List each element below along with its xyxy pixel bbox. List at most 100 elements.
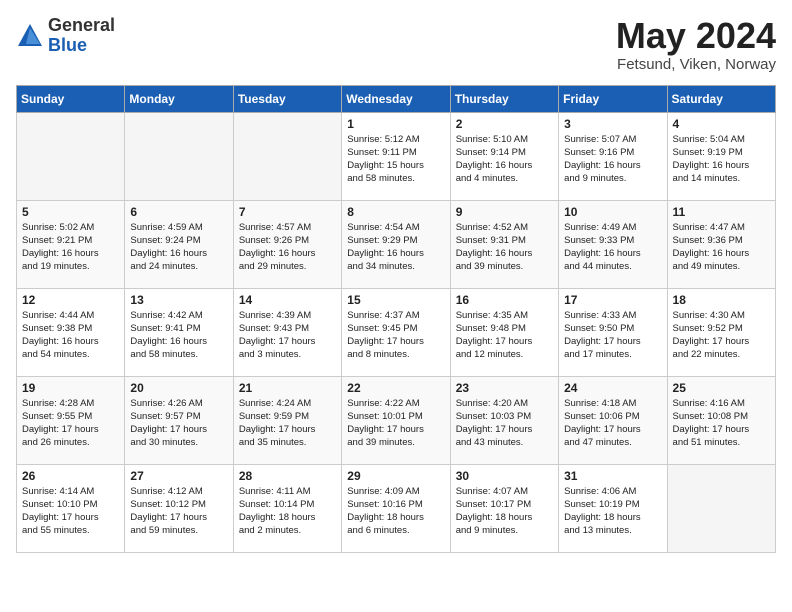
- day-number: 9: [456, 205, 553, 219]
- day-number: 17: [564, 293, 661, 307]
- day-info: Sunrise: 4:11 AM Sunset: 10:14 PM Daylig…: [239, 485, 336, 538]
- calendar-cell: 26 Sunrise: 4:14 AM Sunset: 10:10 PM Dayl…: [17, 464, 125, 552]
- day-info: Sunrise: 4:54 AM Sunset: 9:29 PM Dayligh…: [347, 221, 444, 274]
- calendar-cell: 30 Sunrise: 4:07 AM Sunset: 10:17 PM Dayl…: [450, 464, 558, 552]
- day-info: Sunrise: 4:37 AM Sunset: 9:45 PM Dayligh…: [347, 309, 444, 362]
- calendar-body: 1Sunrise: 5:12 AM Sunset: 9:11 PM Daylig…: [17, 112, 776, 552]
- day-number: 18: [673, 293, 770, 307]
- calendar-cell: 4 Sunrise: 5:04 AM Sunset: 9:19 PM Daylig…: [667, 112, 775, 200]
- day-number: 26: [22, 469, 119, 483]
- calendar-cell: 22Sunrise: 4:22 AM Sunset: 10:01 PM Dayl…: [342, 376, 450, 464]
- calendar-cell: 8 Sunrise: 4:54 AM Sunset: 9:29 PM Daylig…: [342, 200, 450, 288]
- day-number: 23: [456, 381, 553, 395]
- day-number: 24: [564, 381, 661, 395]
- day-info: Sunrise: 4:28 AM Sunset: 9:55 PM Dayligh…: [22, 397, 119, 450]
- day-info: Sunrise: 4:07 AM Sunset: 10:17 PM Daylig…: [456, 485, 553, 538]
- day-info: Sunrise: 4:33 AM Sunset: 9:50 PM Dayligh…: [564, 309, 661, 362]
- day-info: Sunrise: 4:20 AM Sunset: 10:03 PM Daylig…: [456, 397, 553, 450]
- calendar-cell: 9Sunrise: 4:52 AM Sunset: 9:31 PM Daylig…: [450, 200, 558, 288]
- calendar-week-3: 12 Sunrise: 4:44 AM Sunset: 9:38 PM Dayli…: [17, 288, 776, 376]
- calendar-cell: 11Sunrise: 4:47 AM Sunset: 9:36 PM Dayli…: [667, 200, 775, 288]
- day-number: 16: [456, 293, 553, 307]
- day-info: Sunrise: 4:44 AM Sunset: 9:38 PM Dayligh…: [22, 309, 119, 362]
- month-title: May 2024: [616, 16, 776, 56]
- day-info: Sunrise: 5:02 AM Sunset: 9:21 PM Dayligh…: [22, 221, 119, 274]
- calendar-cell: 6Sunrise: 4:59 AM Sunset: 9:24 PM Daylig…: [125, 200, 233, 288]
- page-header: General Blue May 2024 Fetsund, Viken, No…: [16, 16, 776, 73]
- weekday-header-thursday: Thursday: [450, 85, 558, 112]
- weekday-row: SundayMondayTuesdayWednesdayThursdayFrid…: [17, 85, 776, 112]
- day-number: 22: [347, 381, 444, 395]
- day-number: 12: [22, 293, 119, 307]
- weekday-header-saturday: Saturday: [667, 85, 775, 112]
- calendar-week-2: 5 Sunrise: 5:02 AM Sunset: 9:21 PM Daylig…: [17, 200, 776, 288]
- day-info: Sunrise: 4:57 AM Sunset: 9:26 PM Dayligh…: [239, 221, 336, 274]
- day-number: 5: [22, 205, 119, 219]
- calendar-week-1: 1Sunrise: 5:12 AM Sunset: 9:11 PM Daylig…: [17, 112, 776, 200]
- calendar-cell: 18 Sunrise: 4:30 AM Sunset: 9:52 PM Dayli…: [667, 288, 775, 376]
- calendar-cell: 29 Sunrise: 4:09 AM Sunset: 10:16 PM Dayl…: [342, 464, 450, 552]
- day-info: Sunrise: 4:18 AM Sunset: 10:06 PM Daylig…: [564, 397, 661, 450]
- calendar-cell: [667, 464, 775, 552]
- calendar-cell: 24 Sunrise: 4:18 AM Sunset: 10:06 PM Dayl…: [559, 376, 667, 464]
- calendar-cell: 17 Sunrise: 4:33 AM Sunset: 9:50 PM Dayli…: [559, 288, 667, 376]
- day-info: Sunrise: 4:06 AM Sunset: 10:19 PM Daylig…: [564, 485, 661, 538]
- day-number: 3: [564, 117, 661, 131]
- day-number: 7: [239, 205, 336, 219]
- calendar-cell: [125, 112, 233, 200]
- day-info: Sunrise: 4:12 AM Sunset: 10:12 PM Daylig…: [130, 485, 227, 538]
- day-info: Sunrise: 4:35 AM Sunset: 9:48 PM Dayligh…: [456, 309, 553, 362]
- calendar-cell: 12 Sunrise: 4:44 AM Sunset: 9:38 PM Dayli…: [17, 288, 125, 376]
- day-info: Sunrise: 4:39 AM Sunset: 9:43 PM Dayligh…: [239, 309, 336, 362]
- calendar-cell: 7 Sunrise: 4:57 AM Sunset: 9:26 PM Daylig…: [233, 200, 341, 288]
- day-number: 8: [347, 205, 444, 219]
- day-number: 6: [130, 205, 227, 219]
- calendar-cell: [17, 112, 125, 200]
- day-number: 15: [347, 293, 444, 307]
- calendar-cell: 3Sunrise: 5:07 AM Sunset: 9:16 PM Daylig…: [559, 112, 667, 200]
- day-info: Sunrise: 4:14 AM Sunset: 10:10 PM Daylig…: [22, 485, 119, 538]
- day-number: 11: [673, 205, 770, 219]
- day-number: 27: [130, 469, 227, 483]
- weekday-header-tuesday: Tuesday: [233, 85, 341, 112]
- day-number: 21: [239, 381, 336, 395]
- day-info: Sunrise: 5:10 AM Sunset: 9:14 PM Dayligh…: [456, 133, 553, 186]
- calendar-cell: 5 Sunrise: 5:02 AM Sunset: 9:21 PM Daylig…: [17, 200, 125, 288]
- day-info: Sunrise: 4:49 AM Sunset: 9:33 PM Dayligh…: [564, 221, 661, 274]
- calendar-header: SundayMondayTuesdayWednesdayThursdayFrid…: [17, 85, 776, 112]
- logo-general: General: [48, 16, 115, 36]
- day-number: 10: [564, 205, 661, 219]
- day-info: Sunrise: 4:42 AM Sunset: 9:41 PM Dayligh…: [130, 309, 227, 362]
- day-info: Sunrise: 5:12 AM Sunset: 9:11 PM Dayligh…: [347, 133, 444, 186]
- calendar-cell: 27 Sunrise: 4:12 AM Sunset: 10:12 PM Dayl…: [125, 464, 233, 552]
- title-block: May 2024 Fetsund, Viken, Norway: [616, 16, 776, 73]
- calendar-cell: 1Sunrise: 5:12 AM Sunset: 9:11 PM Daylig…: [342, 112, 450, 200]
- day-info: Sunrise: 4:16 AM Sunset: 10:08 PM Daylig…: [673, 397, 770, 450]
- calendar-week-4: 19Sunrise: 4:28 AM Sunset: 9:55 PM Dayli…: [17, 376, 776, 464]
- weekday-header-wednesday: Wednesday: [342, 85, 450, 112]
- day-number: 31: [564, 469, 661, 483]
- logo-icon: [16, 22, 44, 50]
- logo-text: General Blue: [48, 16, 115, 56]
- calendar-cell: 2 Sunrise: 5:10 AM Sunset: 9:14 PM Daylig…: [450, 112, 558, 200]
- logo-blue: Blue: [48, 36, 115, 56]
- weekday-header-sunday: Sunday: [17, 85, 125, 112]
- day-info: Sunrise: 4:09 AM Sunset: 10:16 PM Daylig…: [347, 485, 444, 538]
- day-number: 20: [130, 381, 227, 395]
- calendar-table: SundayMondayTuesdayWednesdayThursdayFrid…: [16, 85, 776, 553]
- day-number: 25: [673, 381, 770, 395]
- day-info: Sunrise: 4:24 AM Sunset: 9:59 PM Dayligh…: [239, 397, 336, 450]
- weekday-header-friday: Friday: [559, 85, 667, 112]
- day-info: Sunrise: 5:04 AM Sunset: 9:19 PM Dayligh…: [673, 133, 770, 186]
- calendar-cell: 31 Sunrise: 4:06 AM Sunset: 10:19 PM Dayl…: [559, 464, 667, 552]
- calendar-cell: [233, 112, 341, 200]
- day-number: 30: [456, 469, 553, 483]
- calendar-cell: 28Sunrise: 4:11 AM Sunset: 10:14 PM Dayl…: [233, 464, 341, 552]
- day-info: Sunrise: 4:30 AM Sunset: 9:52 PM Dayligh…: [673, 309, 770, 362]
- calendar-cell: 25 Sunrise: 4:16 AM Sunset: 10:08 PM Dayl…: [667, 376, 775, 464]
- day-number: 29: [347, 469, 444, 483]
- day-number: 2: [456, 117, 553, 131]
- calendar-cell: 14Sunrise: 4:39 AM Sunset: 9:43 PM Dayli…: [233, 288, 341, 376]
- day-info: Sunrise: 4:26 AM Sunset: 9:57 PM Dayligh…: [130, 397, 227, 450]
- day-number: 4: [673, 117, 770, 131]
